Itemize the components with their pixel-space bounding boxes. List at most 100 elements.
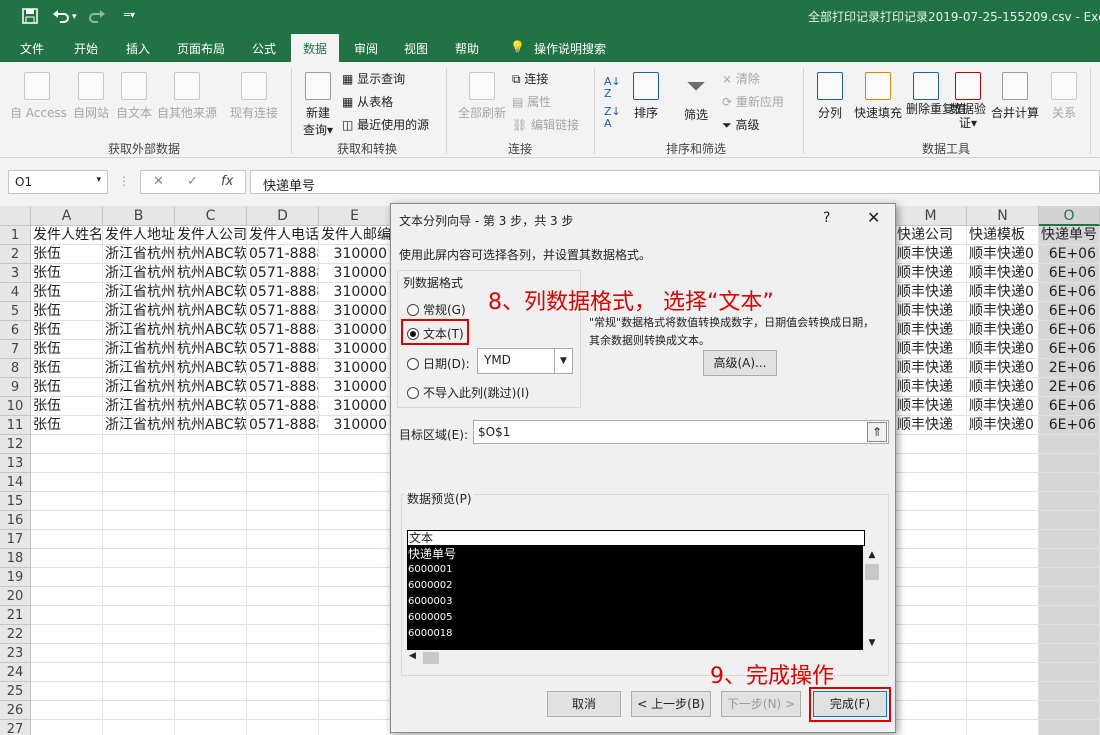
cell-b[interactable]: 浙江省杭州市 (103, 264, 175, 283)
cell-o[interactable] (1039, 682, 1100, 701)
undo-icon[interactable] (52, 8, 70, 28)
cell-n[interactable]: 顺丰快递0 (967, 264, 1039, 283)
cell-c[interactable]: 杭州ABC软件 (175, 359, 247, 378)
cell-a[interactable] (31, 587, 103, 606)
cell-a[interactable] (31, 682, 103, 701)
cell-d[interactable]: 0571-88888 (247, 416, 319, 435)
cell-m[interactable] (895, 682, 967, 701)
column-header-n[interactable]: N (967, 206, 1039, 226)
cell-b[interactable]: 浙江省杭州市 (103, 245, 175, 264)
row-header[interactable]: 1 (0, 226, 31, 245)
cell-e[interactable] (319, 454, 391, 473)
cell-a[interactable]: 张伍 (31, 359, 103, 378)
cell-b[interactable] (103, 492, 175, 511)
cell-c[interactable] (175, 549, 247, 568)
row-header[interactable]: 3 (0, 264, 31, 283)
cell-o[interactable]: 6E+06 (1039, 416, 1100, 435)
cell-e[interactable] (319, 473, 391, 492)
advanced-button[interactable]: 高级(A)... (703, 350, 777, 376)
tab-formulas[interactable]: 公式 (252, 40, 276, 57)
row-header[interactable]: 21 (0, 606, 31, 625)
cell-b[interactable] (103, 530, 175, 549)
cell-d[interactable]: 0571-88888 (247, 321, 319, 340)
cell-b[interactable] (103, 549, 175, 568)
cell-c[interactable] (175, 606, 247, 625)
cell-m[interactable] (895, 568, 967, 587)
cell-e[interactable] (319, 530, 391, 549)
cell-b[interactable] (103, 473, 175, 492)
cell-n[interactable]: 顺丰快递0 (967, 283, 1039, 302)
cell-a[interactable]: 张伍 (31, 378, 103, 397)
cell-b[interactable] (103, 701, 175, 720)
cell-a[interactable] (31, 549, 103, 568)
cell-d[interactable] (247, 587, 319, 606)
cell-o[interactable]: 6E+06 (1039, 397, 1100, 416)
cell-n[interactable]: 顺丰快递0 (967, 416, 1039, 435)
cell-n[interactable] (967, 435, 1039, 454)
cell-a[interactable] (31, 720, 103, 735)
cell-c[interactable]: 杭州ABC软件 (175, 321, 247, 340)
cell-m[interactable]: 顺丰快递 (895, 283, 967, 302)
cell-a[interactable]: 张伍 (31, 340, 103, 359)
row-header[interactable]: 8 (0, 359, 31, 378)
cell-m[interactable] (895, 663, 967, 682)
cell-o[interactable] (1039, 625, 1100, 644)
cancel-icon[interactable]: ✕ (153, 174, 164, 189)
cell-m[interactable] (895, 644, 967, 663)
cell-e[interactable]: 310000 (319, 264, 391, 283)
cell-e[interactable]: 发件人邮编 (319, 226, 391, 245)
cell-b[interactable] (103, 587, 175, 606)
row-header[interactable]: 24 (0, 663, 31, 682)
from-other-sources-button[interactable]: 自其他来源 (156, 72, 218, 121)
cell-m[interactable] (895, 435, 967, 454)
cell-a[interactable]: 张伍 (31, 302, 103, 321)
cell-b[interactable]: 浙江省杭州市 (103, 359, 175, 378)
row-header[interactable]: 2 (0, 245, 31, 264)
cell-o[interactable]: 6E+06 (1039, 264, 1100, 283)
cell-b[interactable]: 浙江省杭州市 (103, 321, 175, 340)
cell-b[interactable]: 发件人地址 (103, 226, 175, 245)
cell-m[interactable]: 顺丰快递 (895, 359, 967, 378)
cell-n[interactable]: 顺丰快递0 (967, 378, 1039, 397)
cell-o[interactable] (1039, 511, 1100, 530)
date-format-select[interactable]: YMD ▼ (477, 348, 573, 374)
cell-a[interactable] (31, 454, 103, 473)
cell-d[interactable] (247, 644, 319, 663)
cell-n[interactable] (967, 625, 1039, 644)
cell-o[interactable] (1039, 720, 1100, 735)
remove-duplicates-button[interactable]: 删除重复值 (906, 72, 966, 116)
cell-c[interactable] (175, 473, 247, 492)
new-query-button[interactable]: 新建 查询▾ (298, 72, 338, 138)
cell-o[interactable]: 6E+06 (1039, 302, 1100, 321)
cell-m[interactable]: 快递公司 (895, 226, 967, 245)
cell-m[interactable] (895, 530, 967, 549)
from-web-button[interactable]: 自网站 (70, 72, 112, 121)
cell-c[interactable]: 杭州ABC软件 (175, 264, 247, 283)
cell-b[interactable]: 浙江省杭州市 (103, 302, 175, 321)
cell-c[interactable]: 杭州ABC软件 (175, 340, 247, 359)
cell-n[interactable]: 顺丰快递0 (967, 321, 1039, 340)
cell-e[interactable] (319, 720, 391, 735)
cell-n[interactable] (967, 549, 1039, 568)
radio-general[interactable]: 常规(G) (407, 301, 466, 318)
cell-d[interactable]: 0571-88888 (247, 359, 319, 378)
cell-n[interactable] (967, 663, 1039, 682)
cell-c[interactable]: 发件人公司 (175, 226, 247, 245)
cell-e[interactable] (319, 644, 391, 663)
cell-n[interactable] (967, 473, 1039, 492)
cell-m[interactable] (895, 492, 967, 511)
cell-n[interactable] (967, 530, 1039, 549)
cell-a[interactable]: 发件人姓名 (31, 226, 103, 245)
cell-m[interactable]: 顺丰快递 (895, 302, 967, 321)
cell-d[interactable] (247, 435, 319, 454)
row-header[interactable]: 11 (0, 416, 31, 435)
tab-file[interactable]: 文件 (20, 40, 44, 57)
preview-column-header[interactable]: 文本 (407, 530, 865, 546)
cell-n[interactable] (967, 701, 1039, 720)
scroll-down-icon[interactable]: ▼ (864, 638, 880, 648)
cell-b[interactable]: 浙江省杭州市 (103, 416, 175, 435)
cell-m[interactable]: 顺丰快递 (895, 378, 967, 397)
row-header[interactable]: 4 (0, 283, 31, 302)
cell-o[interactable]: 6E+06 (1039, 245, 1100, 264)
cell-o[interactable] (1039, 454, 1100, 473)
